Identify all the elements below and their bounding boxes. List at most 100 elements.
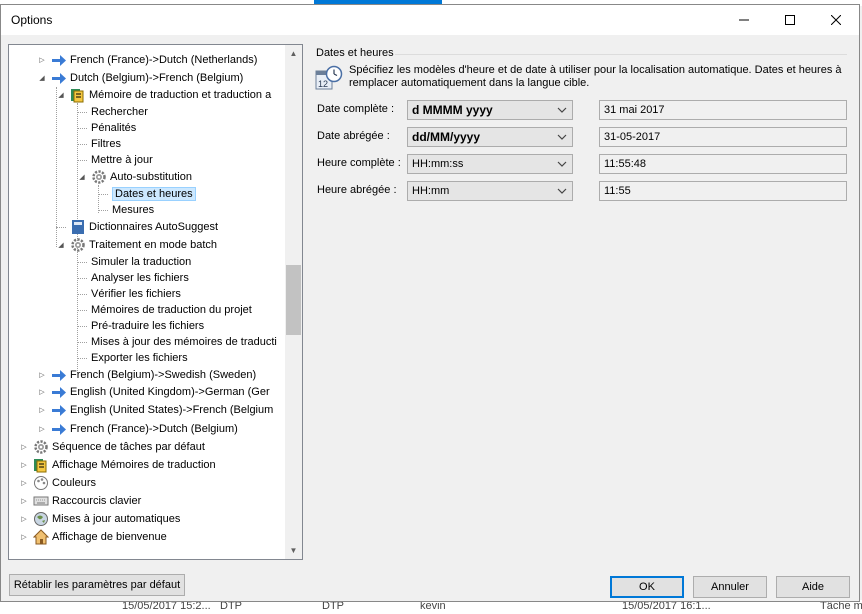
tree-connector [98, 210, 108, 211]
tree-node-label: Analyser les fichiers [91, 272, 189, 284]
tree-connector [77, 128, 87, 129]
tree-connector [77, 358, 87, 359]
tree-node[interactable]: Mises à jour des mémoires de traducti [77, 334, 277, 350]
preview-value: 11:55:48 [604, 158, 647, 170]
cancel-button[interactable]: Annuler [693, 576, 767, 598]
panel-description: Spécifiez les modèles d'heure et de date… [349, 64, 842, 89]
reset-defaults-button[interactable]: Rétablir les paramètres par défaut [9, 574, 185, 596]
ok-button[interactable]: OK [610, 576, 684, 598]
preview-value: 11:55 [604, 185, 631, 197]
chevron-down-icon [557, 107, 567, 113]
close-icon [831, 15, 841, 25]
title-bar[interactable]: Options [1, 5, 859, 35]
tree-node[interactable]: Pénalités [77, 120, 136, 136]
arrow-right-icon [51, 70, 67, 86]
tree-scrollbar[interactable]: ▲ ▼ [285, 45, 302, 559]
format-combo[interactable]: HH:mm [407, 181, 573, 201]
expand-toggle-icon[interactable]: ▷ [19, 515, 29, 523]
format-combo[interactable]: dd/MM/yyyy [407, 127, 573, 147]
tree-node[interactable]: Dictionnaires AutoSuggest [56, 219, 218, 235]
tree-node-label: Séquence de tâches par défaut [52, 441, 205, 453]
expand-toggle-icon[interactable]: ▷ [37, 371, 47, 379]
tree-node[interactable]: Pré-traduire les fichiers [77, 318, 204, 334]
expand-toggle-icon[interactable]: ▷ [37, 425, 47, 433]
tree-node-label: Mises à jour des mémoires de traducti [91, 336, 277, 348]
row-label: Heure complète : [317, 157, 401, 169]
tree-node[interactable]: ▷ English (United Kingdom)->German (Ger [37, 384, 270, 400]
tree-node[interactable]: Exporter les fichiers [77, 350, 188, 366]
maximize-icon [785, 15, 795, 25]
tree-node[interactable]: Dates et heures [98, 186, 196, 202]
tree-node[interactable]: ◢ Auto-substitution [77, 169, 192, 185]
tree-node-label: Mesures [112, 204, 155, 216]
expand-toggle-icon[interactable]: ▷ [37, 406, 47, 414]
row-label: Date abrégée : [317, 130, 390, 142]
scroll-thumb[interactable] [286, 265, 301, 335]
tree-node[interactable]: ▷ French (France)->Dutch (Belgium) [37, 421, 238, 437]
collapse-toggle-icon[interactable]: ◢ [37, 74, 47, 82]
arrow-right-icon [51, 402, 67, 418]
row-label: Heure abrégée : [317, 184, 397, 196]
tree-node-label: Mémoire de traduction et traduction a [89, 89, 272, 101]
dictionary-icon [70, 219, 86, 235]
arrow-right-icon [51, 384, 67, 400]
row-label: Date complète : [317, 103, 395, 115]
tree-node[interactable]: Analyser les fichiers [77, 270, 189, 286]
tree-connector [77, 160, 87, 161]
tree-node[interactable]: ▷ French (Belgium)->Swedish (Sweden) [37, 367, 256, 383]
tree-node[interactable]: Mémoires de traduction du projet [77, 302, 252, 318]
tree-node[interactable]: Simuler la traduction [77, 254, 191, 270]
preview-value: 31-05-2017 [604, 131, 661, 143]
tree-connector [56, 227, 66, 228]
expand-toggle-icon[interactable]: ▷ [37, 388, 47, 396]
scroll-down-arrow[interactable]: ▼ [285, 542, 302, 559]
tree-node-label: Filtres [91, 138, 121, 150]
tree-node-label: Affichage Mémoires de traduction [52, 459, 216, 471]
help-button[interactable]: Aide [776, 576, 850, 598]
expand-toggle-icon[interactable]: ▷ [19, 533, 29, 541]
svg-text:12: 12 [318, 79, 328, 89]
tree-node[interactable]: ▷ Mises à jour automatiques [19, 511, 180, 527]
group-title: Dates et heures [316, 47, 394, 59]
tree-node[interactable]: ▷ Couleurs [19, 475, 96, 491]
options-tree[interactable]: ▷ French (France)->Dutch (Netherlands) ◢ Du… [8, 44, 303, 560]
minimize-button[interactable] [721, 5, 767, 35]
tree-node[interactable]: Vérifier les fichiers [77, 286, 181, 302]
minimize-icon [739, 19, 749, 21]
tree-node[interactable]: ◢ Traitement en mode batch [56, 237, 217, 253]
scroll-up-arrow[interactable]: ▲ [285, 45, 302, 62]
tree-node-label: Couleurs [52, 477, 97, 489]
expand-toggle-icon[interactable]: ▷ [19, 443, 29, 451]
tree-node[interactable]: ▷ Affichage de bienvenue [19, 529, 167, 545]
expand-toggle-icon[interactable]: ▷ [19, 479, 29, 487]
format-combo[interactable]: d MMMM yyyy [407, 100, 573, 120]
tree-node[interactable]: ▷ Séquence de tâches par défaut [19, 439, 205, 455]
gear-icon [70, 237, 86, 253]
arrow-right-icon [51, 367, 67, 383]
combo-value: HH:mm:ss [412, 158, 464, 170]
collapse-toggle-icon[interactable]: ◢ [56, 91, 66, 99]
expand-toggle-icon[interactable]: ▷ [19, 497, 29, 505]
maximize-button[interactable] [767, 5, 813, 35]
expand-toggle-icon[interactable]: ▷ [37, 56, 47, 64]
tree-node[interactable]: ▷ Affichage Mémoires de traduction [19, 457, 216, 473]
close-button[interactable] [813, 5, 859, 35]
tree-node[interactable]: Mesures [98, 202, 154, 218]
tree-node[interactable]: ▷ English (United States)->French (Belgiu… [37, 402, 273, 418]
tree-node[interactable]: ◢ Dutch (Belgium)->French (Belgium) [37, 70, 243, 86]
tree-node[interactable]: Rechercher [77, 104, 148, 120]
collapse-toggle-icon[interactable]: ◢ [56, 241, 66, 249]
tree-connector [77, 278, 87, 279]
expand-toggle-icon[interactable]: ▷ [19, 461, 29, 469]
collapse-toggle-icon[interactable]: ◢ [77, 173, 87, 181]
background-app-bottom: 15/05/2017 15:2... DTP DTP kevin 15/05/2… [0, 600, 862, 614]
tree-node[interactable]: Mettre à jour [77, 152, 153, 168]
tree-node-label: French (Belgium)->Swedish (Sweden) [70, 369, 257, 381]
tree-node[interactable]: ▷ Raccourcis clavier [19, 493, 141, 509]
format-combo[interactable]: HH:mm:ss [407, 154, 573, 174]
tree-node[interactable]: ▷ French (France)->Dutch (Netherlands) [37, 52, 257, 68]
home-icon [33, 529, 49, 545]
tree-node[interactable]: ◢ Mémoire de traduction et traduction a [56, 87, 271, 103]
tree-node[interactable]: Filtres [77, 136, 121, 152]
tree-node-label: French (France)->Dutch (Netherlands) [70, 54, 258, 66]
